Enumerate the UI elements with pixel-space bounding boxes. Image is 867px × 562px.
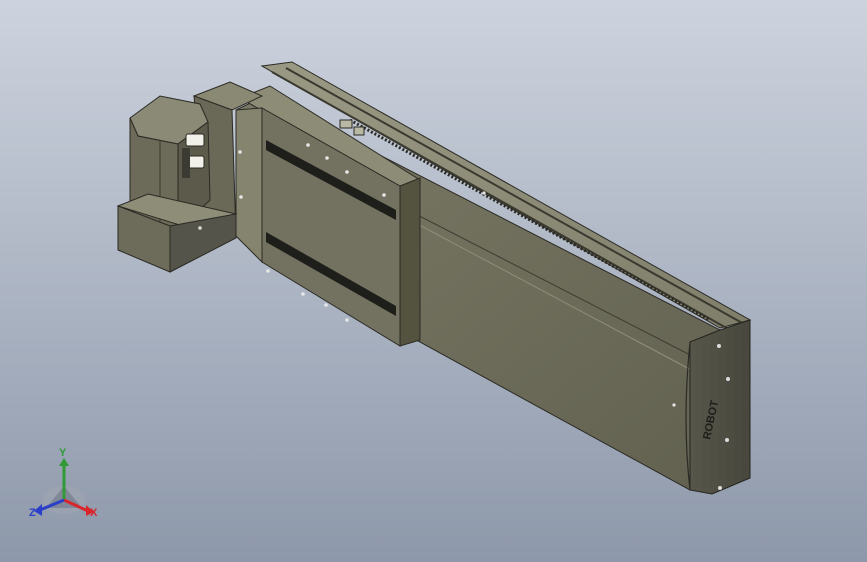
- carriage-screw: [266, 269, 270, 273]
- triad-x-label: X: [90, 507, 98, 519]
- carriage-screw: [306, 143, 310, 147]
- triad-z-label: Z: [29, 507, 36, 519]
- carriage-flange: [235, 107, 263, 264]
- carriage-bracket: [353, 126, 365, 136]
- cad-scene[interactable]: ROBOT Y X Z: [0, 0, 867, 562]
- carriage-screw: [345, 170, 349, 174]
- carriage-screw: [325, 156, 329, 160]
- carriage-side: [399, 177, 421, 347]
- end-cap-screw: [725, 438, 729, 442]
- carriage-screw: [382, 193, 386, 197]
- end-cap-screw: [726, 377, 730, 381]
- end-cap-screw: [717, 344, 721, 348]
- carriage-screw: [324, 303, 328, 307]
- carriage-screw: [239, 195, 243, 199]
- motor-connector-body: [182, 148, 190, 178]
- reducer-screw: [198, 226, 202, 230]
- rail-screw: [482, 191, 486, 195]
- triad-y-label: Y: [59, 447, 67, 459]
- end-cap-screw: [718, 486, 722, 490]
- carriage-screw: [345, 318, 349, 322]
- 3d-viewport[interactable]: ROBOT Y X Z: [0, 0, 867, 562]
- carriage-screw: [301, 292, 305, 296]
- rail-screw: [672, 403, 676, 407]
- motor-connector: [185, 133, 205, 147]
- carriage-screw: [238, 150, 242, 154]
- carriage-bracket: [339, 119, 353, 129]
